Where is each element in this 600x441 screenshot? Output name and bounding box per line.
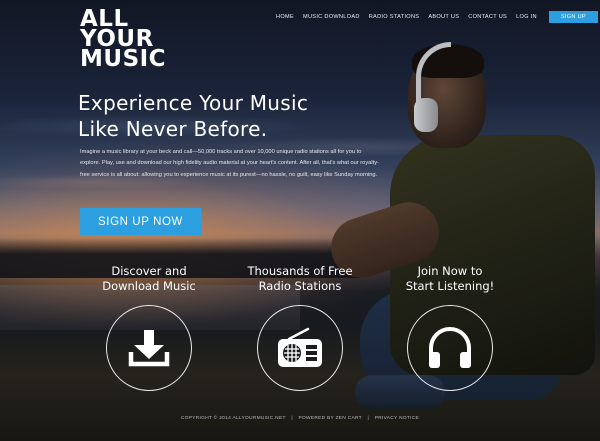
footer-powered-by-link[interactable]: POWERED BY ZEN CART [299,416,362,421]
footer-separator: | [367,416,370,421]
sign-up-now-button[interactable]: SIGN UP NOW [80,208,201,235]
feature-download: Discover and Download Music [84,264,214,391]
hero-title: Experience Your Music Like Never Before. [78,90,398,142]
feature-join: Join Now to Start Listening! [385,264,515,391]
feature-title: Discover and Download Music [84,264,214,296]
radio-circle-button[interactable] [257,305,343,391]
feature-title-line-1: Join Now to [417,264,483,278]
feature-title-line-2: Download Music [102,279,196,293]
logo-line-3: MUSIC [80,46,167,72]
nav-log-in[interactable]: LOG IN [516,14,537,20]
feature-title-line-1: Thousands of Free [247,264,353,278]
footer: COPYRIGHT © 2014 ALLYOURMUSIC.NET | POWE… [0,416,600,421]
hero-description: Imagine a music library at your beck and… [80,149,379,178]
nav-signup-button[interactable]: SIGN UP [548,11,598,23]
nav-about-us[interactable]: ABOUT US [428,14,459,20]
feature-title-line-1: Discover and [111,264,187,278]
main-nav: HOME MUSIC DOWNLOAD RADIO STATIONS ABOUT… [276,11,598,23]
radio-icon [278,327,322,367]
headphones-icon [429,327,471,368]
feature-title: Thousands of Free Radio Stations [235,264,365,296]
feature-radio: Thousands of Free Radio Stations [235,264,365,391]
site-logo[interactable]: ALL YOUR MUSIC [80,8,170,72]
headphones-circle-button[interactable] [407,305,493,391]
nav-home[interactable]: HOME [276,14,294,20]
nav-music-download[interactable]: MUSIC DOWNLOAD [303,14,360,20]
feature-title: Join Now to Start Listening! [385,264,515,296]
download-icon [128,330,170,367]
hero-title-line-1: Experience Your Music [78,91,309,115]
footer-copyright: COPYRIGHT © 2014 ALLYOURMUSIC.NET [180,416,286,421]
download-circle-button[interactable] [106,305,192,391]
footer-privacy-link[interactable]: PRIVACY NOTICE [375,416,419,421]
hero-title-line-2: Like Never Before. [78,117,268,141]
footer-separator: | [291,416,293,421]
nav-radio-stations[interactable]: RADIO STATIONS [369,14,420,20]
feature-title-line-2: Start Listening! [405,279,495,293]
nav-contact-us[interactable]: CONTACT US [468,14,507,20]
feature-title-line-2: Radio Stations [258,279,342,293]
